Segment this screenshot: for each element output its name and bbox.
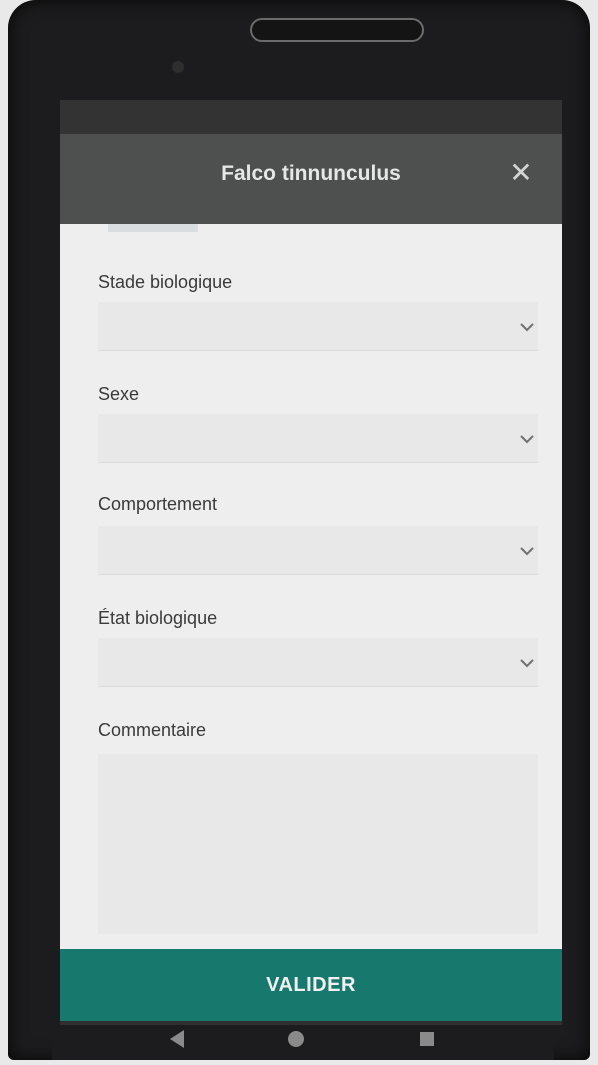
field-label-comportement: Comportement <box>98 494 218 514</box>
dialog-title: Falco tinnunculus <box>221 162 401 185</box>
field-label-commentaire: Commentaire <box>98 720 207 740</box>
chevron-down-icon <box>520 323 534 332</box>
nav-home-icon[interactable] <box>288 1031 304 1047</box>
validate-button[interactable]: VALIDER <box>60 949 562 1021</box>
chevron-down-icon <box>520 435 534 444</box>
android-nav-bar <box>52 1025 554 1060</box>
field-label-etat-biologique: État biologique <box>98 608 218 628</box>
etat-biologique-select[interactable] <box>98 638 538 687</box>
nav-back-icon[interactable] <box>170 1030 184 1048</box>
phone-frame: Falco tinnunculus ✕ Stade biologique Sex… <box>8 0 590 1060</box>
comportement-select[interactable] <box>98 526 538 575</box>
status-bar <box>60 100 562 134</box>
field-label-stade-biologique: Stade biologique <box>98 272 233 292</box>
stade-biologique-select[interactable] <box>98 302 538 351</box>
earpiece-speaker <box>250 18 424 42</box>
front-camera <box>173 62 183 72</box>
scroll-indicator <box>108 224 198 232</box>
chevron-down-icon <box>520 547 534 556</box>
close-icon[interactable]: ✕ <box>504 156 538 190</box>
observation-form: Stade biologique Sexe Comportement État … <box>60 224 562 949</box>
app-bar: Falco tinnunculus ✕ <box>60 134 562 224</box>
field-label-sexe: Sexe <box>98 384 140 404</box>
chevron-down-icon <box>520 659 534 668</box>
sexe-select[interactable] <box>98 414 538 463</box>
commentaire-textarea[interactable] <box>98 754 538 934</box>
screen: Falco tinnunculus ✕ Stade biologique Sex… <box>60 100 562 1025</box>
nav-recents-icon[interactable] <box>420 1032 434 1046</box>
